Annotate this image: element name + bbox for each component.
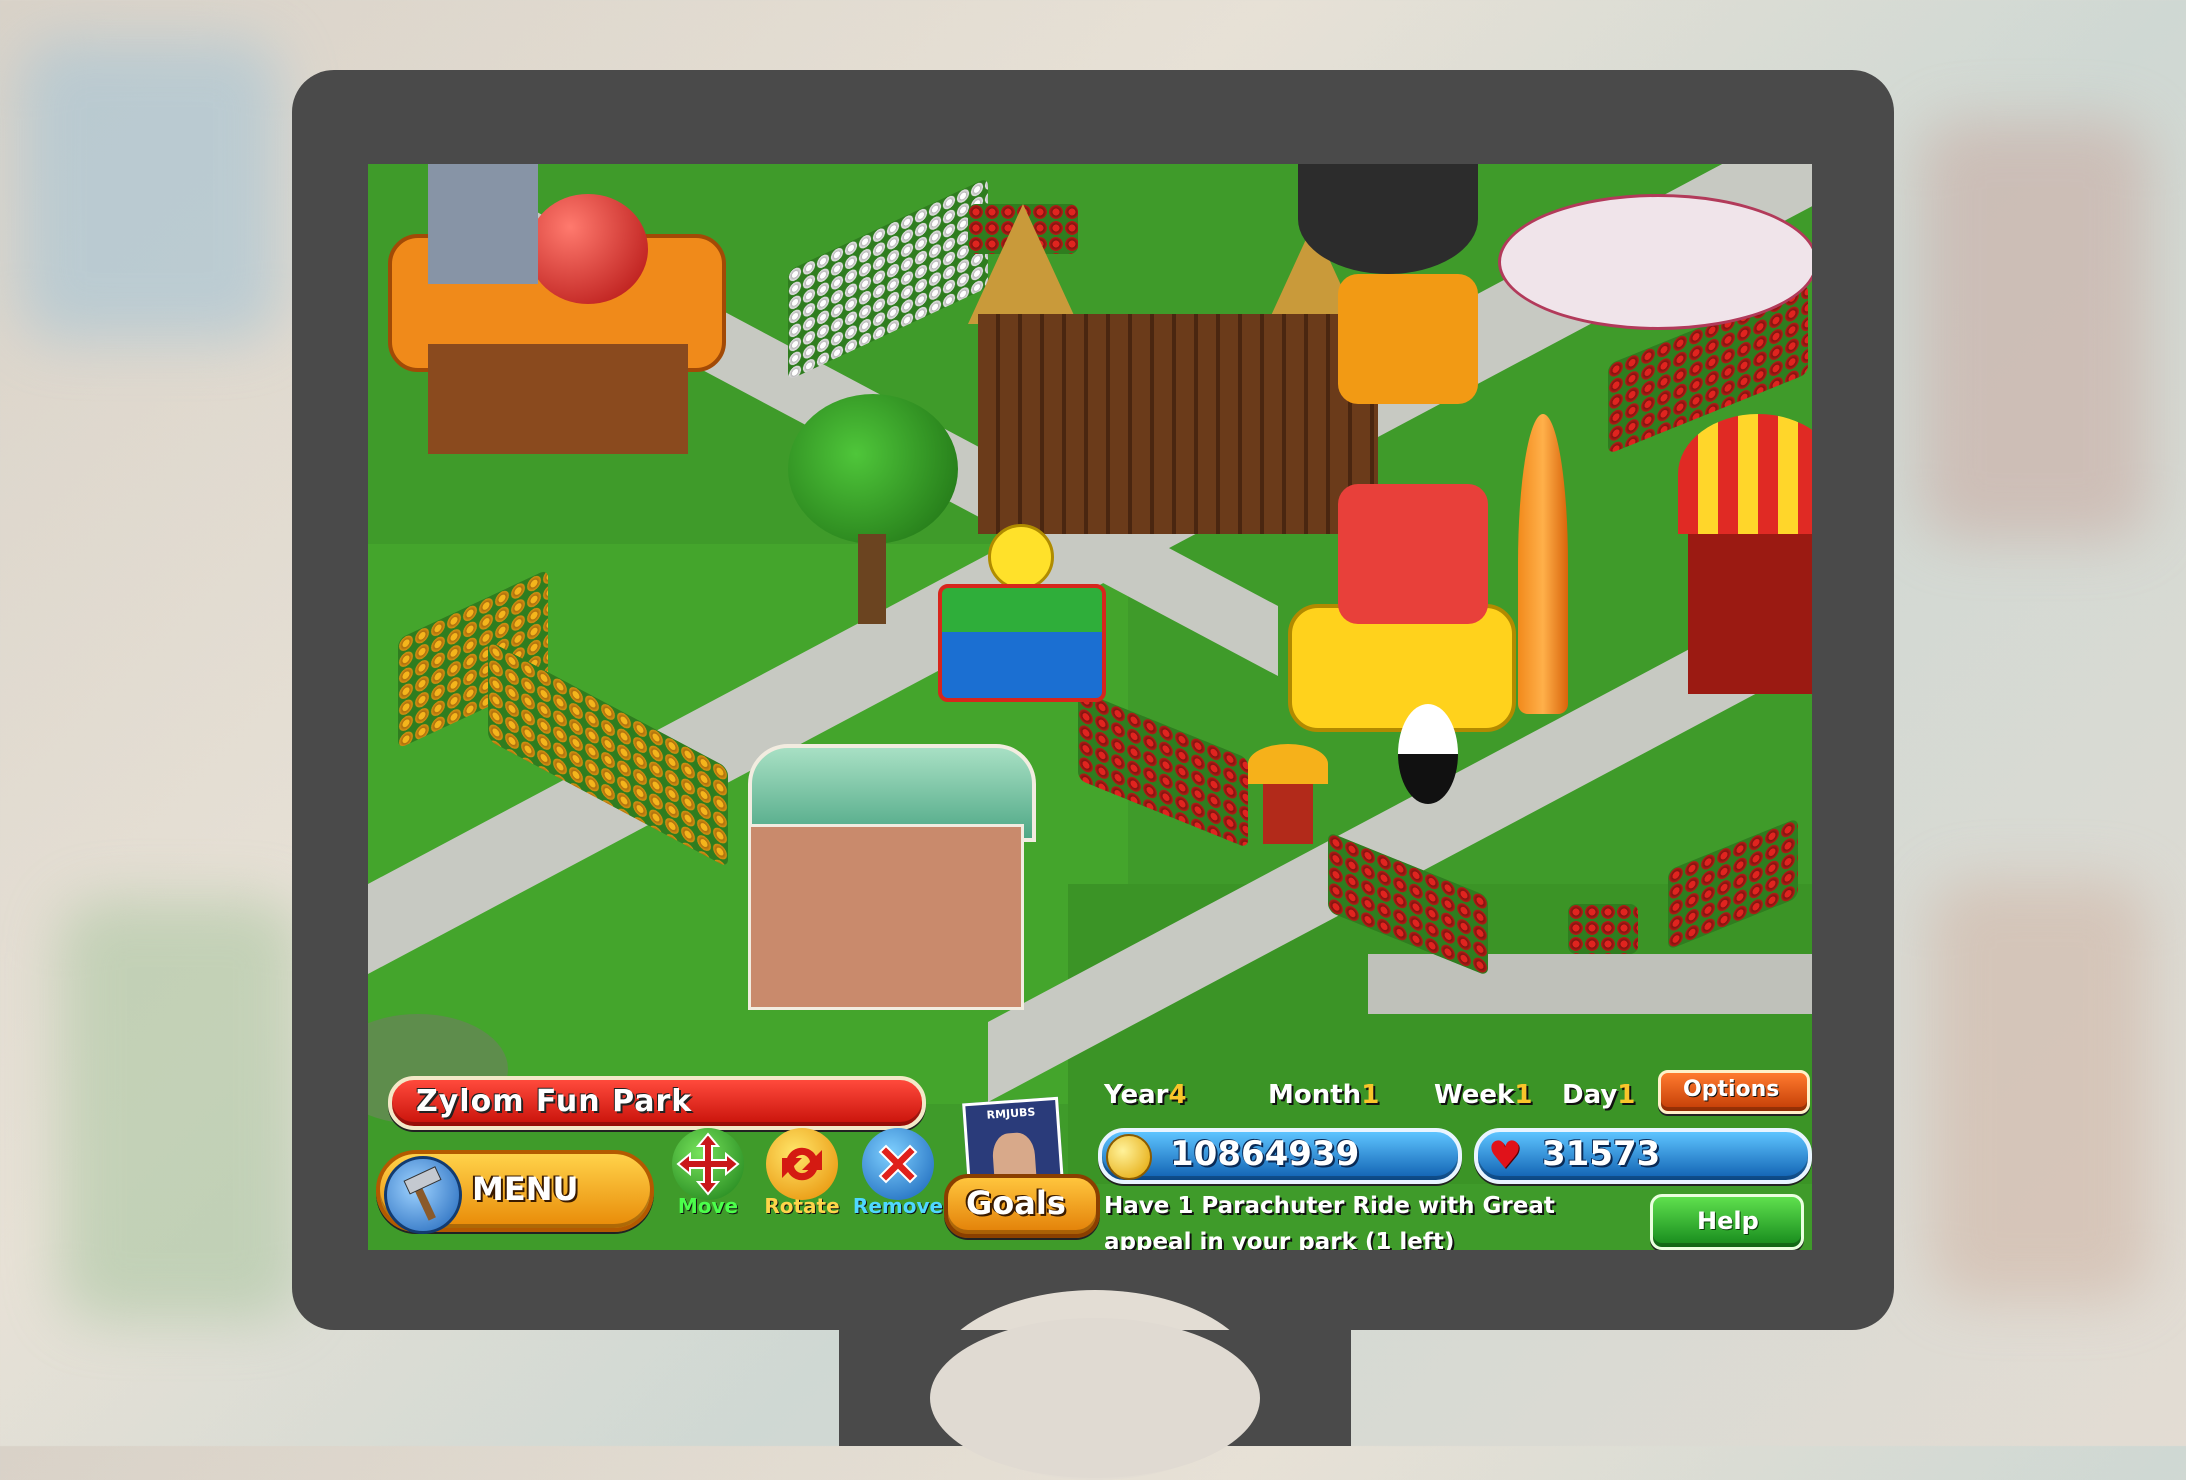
background-blur (1920, 120, 2150, 540)
heart-icon: ♥ (1488, 1133, 1523, 1177)
hut-roof (968, 204, 1078, 324)
ride-frame (1338, 484, 1488, 624)
menu-label: MENU (472, 1170, 579, 1208)
teacup-ride[interactable] (1498, 164, 1812, 334)
help-button[interactable]: Help (1650, 1194, 1804, 1250)
monitor-stand-cutout (930, 1318, 1260, 1478)
remove-tool[interactable]: Remove (842, 1128, 954, 1218)
month-label: Month (1268, 1080, 1362, 1110)
flower-bed-red[interactable] (1568, 904, 1638, 954)
castle-body (938, 584, 1106, 702)
hotdog-cart[interactable] (1248, 744, 1328, 854)
goals-button[interactable]: Goals (944, 1174, 1100, 1238)
year-value: 4 (1168, 1080, 1187, 1110)
spinning-ride[interactable] (1278, 164, 1498, 414)
milk-carton-sign (428, 164, 538, 284)
bouncy-castle[interactable] (928, 524, 1106, 704)
fruit-shop[interactable] (368, 164, 726, 464)
glass-pavilion[interactable] (728, 724, 1048, 1034)
apple-sign (528, 194, 648, 304)
day-label: Day (1562, 1080, 1618, 1110)
carousel-base (1688, 534, 1812, 694)
bunny-body (1398, 704, 1458, 804)
pavilion-body (748, 824, 1024, 1010)
menu-button[interactable]: MENU (376, 1150, 654, 1234)
goals-label: Goals (966, 1184, 1066, 1222)
background-blur (20, 40, 280, 340)
ride-base (1338, 274, 1478, 404)
footpath (1368, 954, 1812, 1014)
rotate-icon (766, 1128, 838, 1200)
carousel[interactable] (1678, 414, 1812, 714)
goal-line-1: Have 1 Parachuter Ride with Great (1104, 1193, 1555, 1219)
park-name: Zylom Fun Park (416, 1084, 693, 1119)
bunny-mascot[interactable] (1388, 664, 1468, 814)
ride-wheel (1298, 164, 1478, 274)
game-hud: Zylom Fun Park MENU Move Rotate Remove R… (368, 1070, 1812, 1250)
carrot-body (1518, 414, 1568, 714)
hammer-icon (384, 1156, 462, 1234)
move-tool[interactable]: Move (660, 1128, 756, 1218)
cart-umbrella (1248, 744, 1328, 784)
tree-canopy (788, 394, 958, 544)
month-display: Month1 (1268, 1080, 1379, 1110)
options-label: Options (1683, 1077, 1780, 1102)
background-blur (1930, 880, 2150, 1300)
remove-x-icon (862, 1128, 934, 1200)
shop-body (428, 344, 688, 454)
park-name-bar[interactable]: Zylom Fun Park (388, 1076, 926, 1130)
teacup-platform (1498, 194, 1812, 330)
day-display: Day1 (1562, 1080, 1635, 1110)
magazine-title: RMJUBS (986, 1105, 1036, 1122)
game-screen[interactable]: Zylom Fun Park MENU Move Rotate Remove R… (368, 164, 1812, 1250)
hearts-counter: ♥ 31573 (1474, 1128, 1812, 1184)
coin-icon (1106, 1134, 1152, 1180)
hearts-value: 31573 (1542, 1134, 1661, 1174)
cart-body (1263, 784, 1313, 844)
move-arrows-icon (672, 1128, 744, 1200)
year-label: Year (1104, 1080, 1169, 1110)
tree-trunk (858, 534, 886, 624)
year-display: Year4 (1104, 1080, 1187, 1110)
week-label: Week (1434, 1080, 1515, 1110)
carousel-roof (1678, 414, 1812, 534)
day-value: 1 (1617, 1080, 1636, 1110)
current-goal: Have 1 Parachuter Ride with Great appeal… (1104, 1188, 1624, 1250)
background-blur (60, 900, 300, 1320)
money-counter: 10864939 (1098, 1128, 1462, 1184)
carrot-rocket[interactable] (1488, 414, 1598, 734)
goal-line-2: appeal in your park (1 left) (1104, 1229, 1455, 1250)
options-button[interactable]: Options (1658, 1070, 1810, 1114)
smiley-icon (988, 524, 1054, 590)
help-label: Help (1697, 1207, 1759, 1235)
month-value: 1 (1361, 1080, 1380, 1110)
money-value: 10864939 (1170, 1134, 1360, 1174)
week-value: 1 (1514, 1080, 1533, 1110)
week-display: Week1 (1434, 1080, 1532, 1110)
